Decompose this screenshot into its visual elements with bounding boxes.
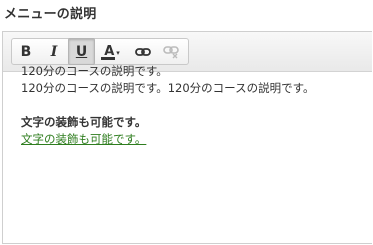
content-line-1: 120分のコースの説明です。 [21,64,168,78]
underline-icon: U [75,43,88,60]
italic-icon: I [50,43,58,60]
chevron-down-icon: ▾ [116,48,120,57]
unlink-icon [163,45,179,58]
content-bold-line: 文字の装飾も可能です。 [21,115,147,129]
formatting-button-group: B I U A ▾ [11,38,189,65]
content-line-2: 120分のコースの説明です。120分のコースの説明です。 [21,81,315,95]
bold-button[interactable]: B [12,39,40,64]
italic-button[interactable]: I [40,39,68,64]
content-link-line[interactable]: 文字の装飾も可能です。 [21,131,314,148]
link-icon [135,47,151,56]
section-title: メニューの説明 [4,7,97,22]
unlink-button[interactable] [157,39,185,64]
text-color-button[interactable]: A ▾ [95,39,129,64]
link-button[interactable] [129,39,157,64]
editor-content[interactable]: 120分のコースの説明です。 120分のコースの説明です。120分のコースの説明… [21,63,314,148]
text-color-swatch [101,57,115,60]
underline-button[interactable]: U [68,38,95,65]
bold-icon: B [20,43,32,60]
